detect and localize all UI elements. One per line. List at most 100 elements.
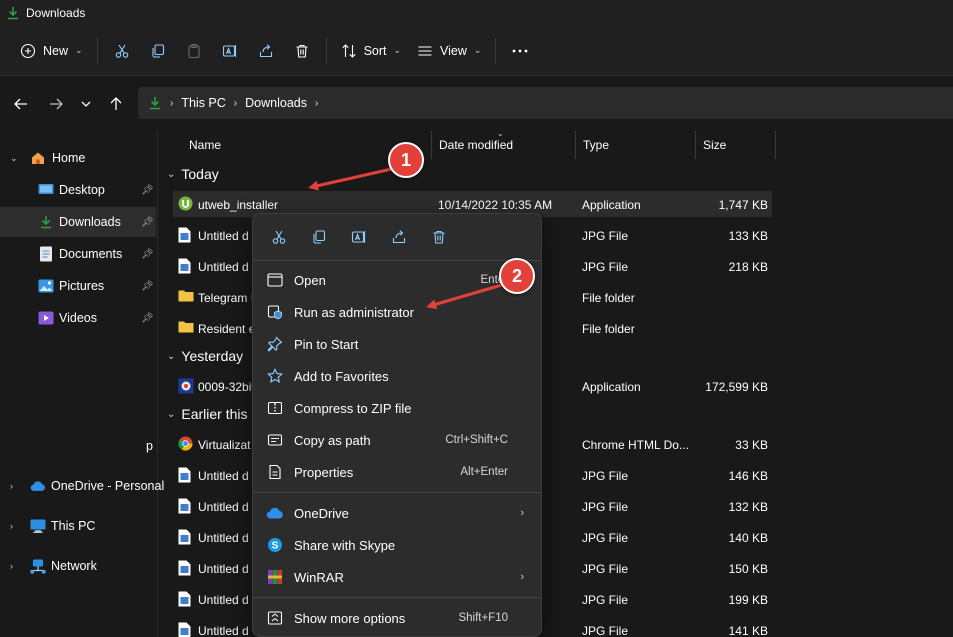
context-share-button[interactable] xyxy=(379,220,419,254)
context-cut-button[interactable] xyxy=(259,220,299,254)
file-size: 140 KB xyxy=(728,531,768,545)
sidebar-item-documents[interactable]: Documents 📌︎ xyxy=(0,239,156,269)
pin-icon[interactable]: 📌︎ xyxy=(141,313,154,324)
cut-button[interactable] xyxy=(104,34,140,68)
svg-text:S: S xyxy=(272,541,279,552)
file-name: Telegram I xyxy=(198,291,255,305)
desktop-icon xyxy=(38,182,54,198)
sidebar-item-desktop[interactable]: Desktop 📌︎ xyxy=(0,175,156,205)
shield-icon xyxy=(266,303,284,321)
image-file-icon xyxy=(178,498,193,514)
file-size: 150 KB xyxy=(728,562,768,576)
chevron-right-icon: › xyxy=(10,561,13,571)
pin-icon[interactable]: 📌︎ xyxy=(141,185,154,196)
more-options-button[interactable] xyxy=(502,34,538,68)
recent-locations-button[interactable] xyxy=(70,88,102,120)
star-icon xyxy=(266,367,284,385)
back-button[interactable] xyxy=(5,88,37,120)
breadcrumb-this-pc[interactable]: This PC xyxy=(181,96,225,110)
sort-label: Sort xyxy=(363,43,387,58)
breadcrumb-downloads[interactable]: Downloads xyxy=(245,96,307,110)
menu-item-properties[interactable]: Properties Alt+Enter xyxy=(258,457,536,487)
sidebar-item-pictures[interactable]: Pictures 📌︎ xyxy=(0,271,156,301)
sidebar-item-this-pc[interactable]: › This PC xyxy=(0,511,156,541)
chevron-down-icon: ⌄ xyxy=(393,45,402,55)
menu-item-show-more-options[interactable]: Show more options Shift+F10 xyxy=(258,603,536,633)
pin-icon[interactable]: 📌︎ xyxy=(141,217,154,228)
file-name: Resident e xyxy=(198,322,256,336)
sidebar-item-label: Home xyxy=(52,151,86,165)
file-type: JPG File xyxy=(582,469,629,483)
context-delete-button[interactable] xyxy=(419,220,459,254)
column-header-date[interactable]: Date modified ⌄ xyxy=(431,129,576,159)
rename-button[interactable] xyxy=(212,34,248,68)
address-bar[interactable]: › This PC › Downloads › xyxy=(138,87,953,119)
sidebar-item-label: Downloads xyxy=(59,215,121,229)
divider xyxy=(253,492,541,493)
chevron-down-icon: ⌄ xyxy=(75,45,83,55)
file-name: Untitled d xyxy=(198,260,249,274)
chevron-right-icon: › xyxy=(520,571,524,583)
chevron-down-icon: ⌄ xyxy=(167,350,176,362)
file-size: 133 KB xyxy=(728,229,768,243)
pin-icon xyxy=(266,335,284,353)
group-header-today[interactable]: ⌄ Today xyxy=(167,166,219,182)
up-button[interactable] xyxy=(100,88,132,120)
sort-button[interactable]: Sort ⌄ xyxy=(333,34,409,68)
copy-path-icon xyxy=(266,431,284,449)
navigation-pane: ⌄ Home Desktop 📌︎ Downloads 📌︎ Documents… xyxy=(0,131,164,637)
sidebar-item-label: Documents xyxy=(59,247,123,261)
column-header-label: Size xyxy=(703,138,727,152)
chrome-icon xyxy=(178,436,193,452)
menu-item-compress-zip[interactable]: Compress to ZIP file xyxy=(258,393,536,423)
chevron-right-icon: › xyxy=(10,521,13,531)
menu-item-open[interactable]: Open Enter xyxy=(258,265,536,295)
sidebar-item-downloads[interactable]: Downloads 📌︎ xyxy=(0,207,156,237)
context-copy-button[interactable] xyxy=(299,220,339,254)
view-icon xyxy=(418,45,432,56)
chevron-down-icon: ⌄ xyxy=(167,168,176,180)
forward-button[interactable] xyxy=(40,88,72,120)
copy-button[interactable] xyxy=(140,34,176,68)
menu-item-run-as-administrator[interactable]: Run as administrator xyxy=(258,297,536,327)
context-rename-button[interactable] xyxy=(339,220,379,254)
file-type: Application xyxy=(582,198,641,212)
sidebar-item-home[interactable]: ⌄ Home xyxy=(0,143,156,173)
file-name: Untitled d xyxy=(198,229,249,243)
sidebar-item-label: Desktop xyxy=(59,183,105,197)
menu-item-share-with-skype[interactable]: S Share with Skype xyxy=(258,530,536,560)
download-icon xyxy=(8,7,18,20)
sidebar-item-truncated[interactable]: p xyxy=(0,431,156,461)
chevron-right-icon: › xyxy=(233,97,238,109)
paste-button[interactable] xyxy=(176,34,212,68)
menu-item-onedrive[interactable]: OneDrive › xyxy=(258,498,536,528)
menu-item-copy-as-path[interactable]: Copy as path Ctrl+Shift+C xyxy=(258,425,536,455)
file-date: 10/14/2022 10:35 AM xyxy=(438,198,553,212)
document-icon xyxy=(38,246,54,262)
pin-icon[interactable]: 📌︎ xyxy=(141,281,154,292)
sidebar-item-videos[interactable]: Videos 📌︎ xyxy=(0,303,156,333)
chevron-down-icon: ⌄ xyxy=(167,408,176,420)
pin-icon[interactable]: 📌︎ xyxy=(141,249,154,260)
file-type: JPG File xyxy=(582,500,629,514)
group-header-yesterday[interactable]: ⌄ Yesterday xyxy=(167,348,243,364)
menu-item-label: Show more options xyxy=(294,610,406,626)
sidebar-item-network[interactable]: › Network xyxy=(0,551,156,581)
menu-item-shortcut: Shift+F10 xyxy=(458,612,508,624)
more-options-icon xyxy=(266,609,284,627)
group-header-earlier[interactable]: ⌄ Earlier this xyxy=(167,406,248,422)
view-button[interactable]: View ⌄ xyxy=(409,34,489,68)
menu-item-add-to-favorites[interactable]: Add to Favorites xyxy=(258,361,536,391)
file-name: Untitled d xyxy=(198,500,249,514)
delete-button[interactable] xyxy=(284,34,320,68)
menu-item-pin-to-start[interactable]: Pin to Start xyxy=(258,329,536,359)
share-button[interactable] xyxy=(248,34,284,68)
sidebar-item-onedrive[interactable]: › OneDrive - Personal xyxy=(0,471,164,501)
scissors-icon xyxy=(272,230,286,244)
column-header-type[interactable]: Type xyxy=(575,131,696,159)
column-header-size[interactable]: Size xyxy=(695,131,776,159)
new-button[interactable]: New ⌄ xyxy=(12,34,91,68)
divider xyxy=(253,260,541,261)
file-size: 146 KB xyxy=(728,469,768,483)
menu-item-winrar[interactable]: WinRAR › xyxy=(258,562,536,592)
